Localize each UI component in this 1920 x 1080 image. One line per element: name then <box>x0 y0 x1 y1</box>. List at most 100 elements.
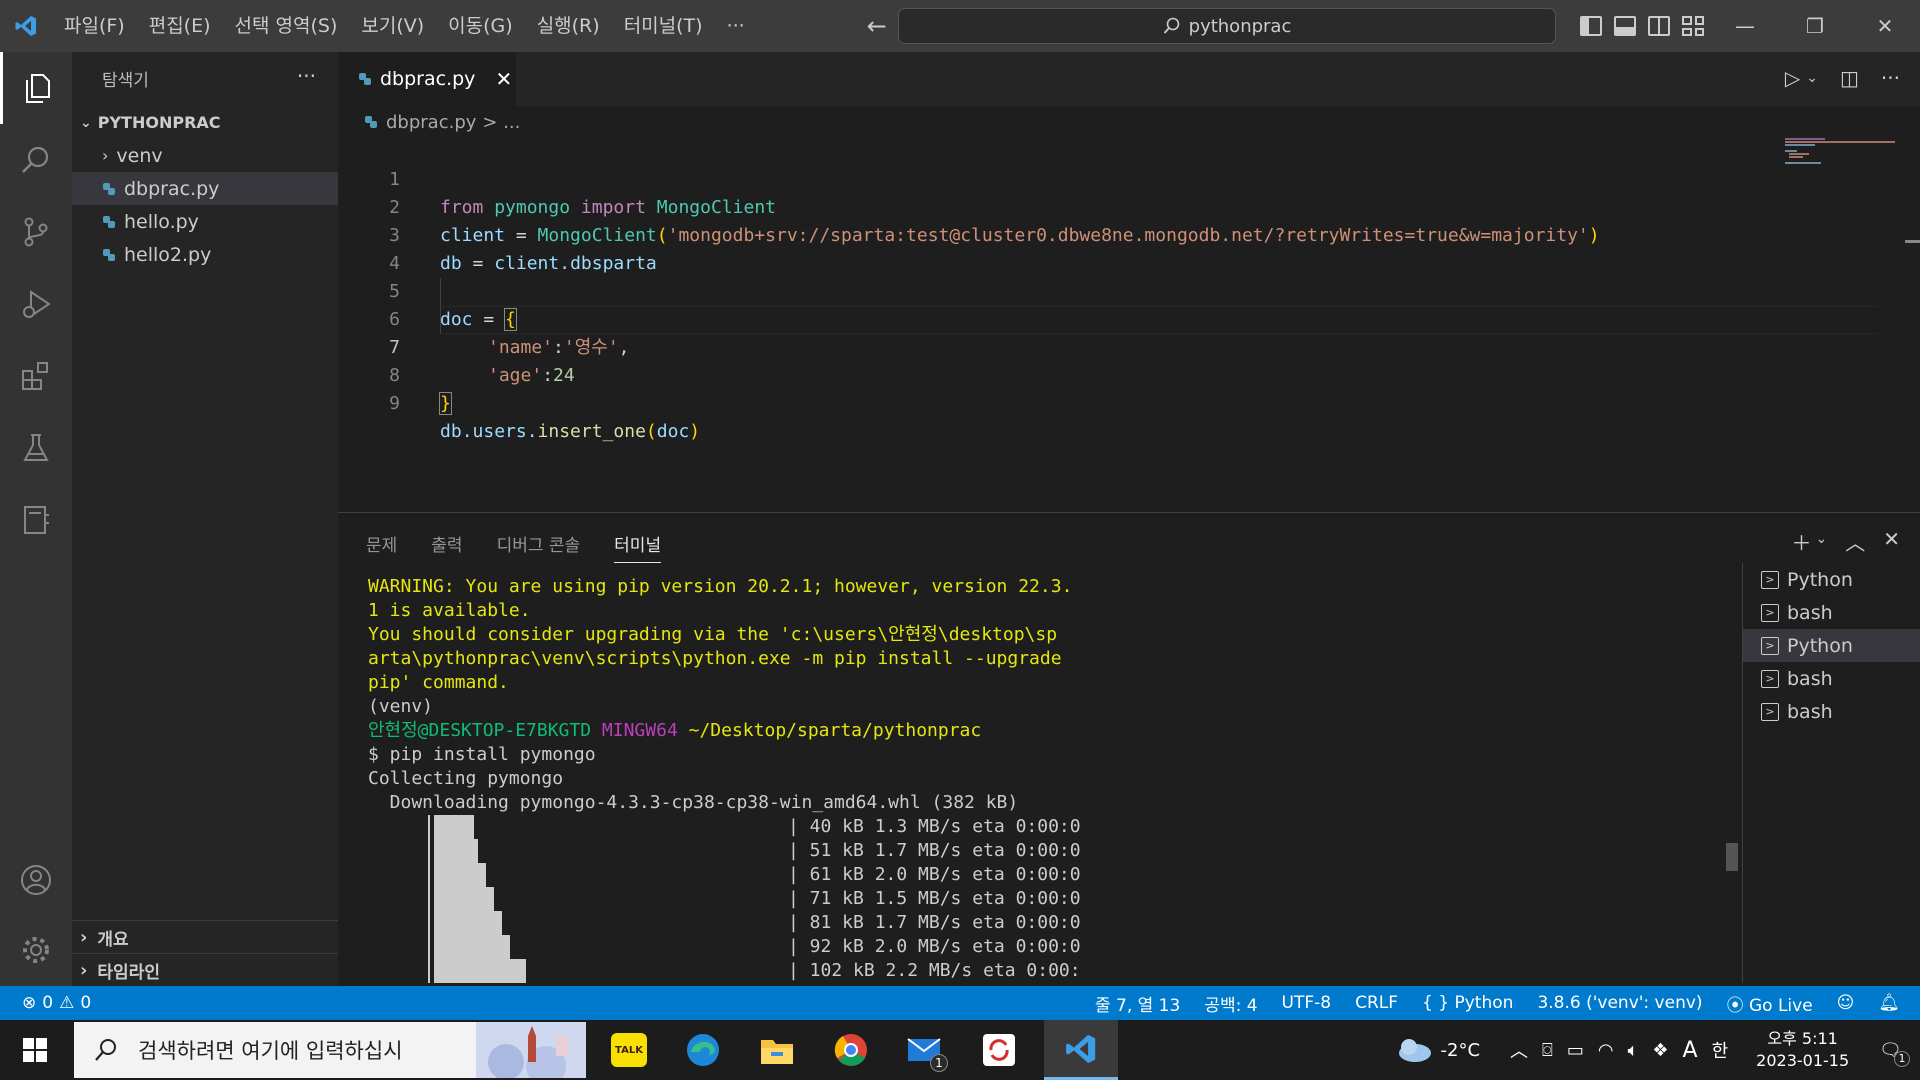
volume-icon[interactable]: 🔈︎ <box>1628 1040 1639 1061</box>
tab-dbprac[interactable]: dbprac.py ✕ <box>338 52 516 106</box>
tree-item-label: hello.py <box>124 210 199 233</box>
editor-scrollbar[interactable] <box>1905 240 1920 243</box>
cursor-position[interactable]: 줄 7, 열 13 <box>1095 991 1180 1016</box>
close-panel-icon[interactable]: ✕ <box>1883 527 1900 556</box>
windows-start-icon[interactable] <box>0 1020 70 1080</box>
tree-item-hello2[interactable]: hello2.py <box>72 238 338 271</box>
menu-file[interactable]: 파일(F) <box>52 0 137 52</box>
problems-status[interactable]: ⊗ 0 ⚠ 0 <box>22 986 91 1020</box>
sync-app-icon[interactable] <box>962 1020 1036 1080</box>
new-terminal-icon[interactable]: ＋ <box>1792 527 1812 556</box>
close-window-button[interactable]: ✕ <box>1850 0 1920 52</box>
close-tab-icon[interactable]: ✕ <box>495 67 512 91</box>
feedback-icon[interactable]: ☺ <box>1837 993 1855 1013</box>
explorer-icon[interactable] <box>0 52 72 124</box>
kakaotalk-app-icon[interactable]: TALK <box>592 1020 666 1080</box>
back-arrow-icon[interactable]: ← <box>867 12 887 40</box>
indentation[interactable]: 공백: 4 <box>1204 991 1257 1016</box>
sidebar-title: 탐색기 <box>102 71 149 91</box>
accounts-icon[interactable] <box>0 844 72 916</box>
section-outline[interactable]: › 개요 <box>72 920 338 953</box>
toggle-secondary-sidebar-icon[interactable] <box>1648 16 1670 36</box>
tree-item-venv[interactable]: › venv <box>72 139 338 172</box>
file-explorer-icon[interactable] <box>740 1020 814 1080</box>
clock[interactable]: 오후 5:11 2023-01-15 <box>1756 1028 1849 1072</box>
tab-debug-console[interactable]: 디버그 콘솔 <box>497 531 581 563</box>
search-view-icon[interactable] <box>0 124 72 196</box>
folder-root[interactable]: ⌄ PYTHONPRAC <box>72 106 338 139</box>
chevron-down-icon[interactable]: ⌄ <box>1806 70 1818 90</box>
language-mode[interactable]: { } Python <box>1422 993 1513 1013</box>
menu-go[interactable]: 이동(G) <box>436 0 525 52</box>
run-python-file-icon[interactable]: ▷ <box>1785 66 1800 90</box>
menu-more[interactable]: ··· <box>715 0 757 52</box>
testing-flask-icon[interactable] <box>0 412 72 484</box>
breadcrumb-rest[interactable]: > ... <box>482 112 520 133</box>
notifications-bell-icon[interactable]: 🔔︎ <box>1878 993 1900 1013</box>
terminal-item-python-1[interactable]: > Python <box>1743 563 1920 596</box>
minimize-button[interactable]: — <box>1710 0 1780 52</box>
editor-tab-bar: dbprac.py ✕ ▷ ⌄ ◫ ··· <box>338 52 1920 106</box>
ime-mode[interactable]: A <box>1683 1038 1698 1063</box>
menu-selection[interactable]: 선택 영역(S) <box>223 0 350 52</box>
chevron-down-icon: ⌄ <box>80 114 92 131</box>
dropbox-icon[interactable]: ❖ <box>1652 1040 1668 1061</box>
source-control-icon[interactable] <box>0 196 72 268</box>
breadcrumb-file[interactable]: dbprac.py <box>386 112 476 133</box>
terminal-item-bash-2[interactable]: > bash <box>1743 662 1920 695</box>
weather-temp[interactable]: -2°C <box>1441 1040 1481 1061</box>
terminal-scrollbar[interactable] <box>1726 843 1738 871</box>
terminal-item-python-2[interactable]: > Python <box>1743 629 1920 662</box>
more-actions-icon[interactable]: ··· <box>1881 66 1900 90</box>
python-interpreter[interactable]: 3.8.6 ('venv': venv) <box>1537 993 1702 1013</box>
jupyter-notebook-icon[interactable] <box>0 484 72 556</box>
go-live-button[interactable]: ⦿ Go Live <box>1727 991 1813 1016</box>
tree-item-hello[interactable]: hello.py <box>72 205 338 238</box>
maximize-panel-icon[interactable]: ︿ <box>1845 527 1865 556</box>
battery-icon[interactable]: ▭ <box>1567 1040 1584 1061</box>
command-center[interactable]: pythonprac <box>898 8 1556 44</box>
terminal-item-bash-3[interactable]: > bash <box>1743 695 1920 728</box>
sidebar-more-button[interactable]: ··· <box>297 64 316 88</box>
vscode-taskbar-icon[interactable] <box>1044 1020 1118 1080</box>
toggle-panel-icon[interactable] <box>1614 16 1636 36</box>
chevron-down-icon[interactable]: ⌄ <box>1816 531 1828 556</box>
meet-now-icon[interactable]: ⌼ <box>1542 1040 1553 1061</box>
tab-terminal[interactable]: 터미널 <box>614 531 662 563</box>
menu-terminal[interactable]: 터미널(T) <box>612 0 715 52</box>
mail-app-icon[interactable]: 1 <box>888 1020 962 1080</box>
terminal-line: You should consider upgrading via the 'c… <box>368 624 1058 645</box>
taskbar-search-input[interactable]: 검색하려면 여기에 입력하십시 <box>74 1022 586 1078</box>
settings-gear-icon[interactable] <box>0 914 72 986</box>
terminal-item-bash-1[interactable]: > bash <box>1743 596 1920 629</box>
line-ending[interactable]: CRLF <box>1355 993 1398 1013</box>
chevron-up-icon[interactable]: ︿ <box>1510 1037 1528 1063</box>
minimap[interactable] <box>1785 138 1905 168</box>
terminal-output[interactable]: WARNING: You are using pip version 20.2.… <box>368 575 1748 985</box>
tab-output[interactable]: 출력 <box>431 531 462 563</box>
tab-problems[interactable]: 문제 <box>366 531 397 563</box>
tree-item-dbprac[interactable]: dbprac.py <box>72 172 338 205</box>
edge-browser-icon[interactable] <box>666 1020 740 1080</box>
restore-button[interactable]: ❐ <box>1780 0 1850 52</box>
run-debug-icon[interactable] <box>0 268 72 340</box>
extensions-icon[interactable] <box>0 340 72 412</box>
menu-edit[interactable]: 편집(E) <box>137 0 223 52</box>
toggle-sidebar-icon[interactable] <box>1580 16 1602 36</box>
customize-layout-icon[interactable] <box>1682 16 1704 36</box>
split-editor-icon[interactable]: ◫ <box>1840 66 1859 90</box>
ime-hangul[interactable]: 한 <box>1712 1037 1729 1063</box>
chrome-browser-icon[interactable] <box>814 1020 888 1080</box>
code-editor[interactable]: 1 from pymongo import MongoClient 2 clie… <box>338 138 1920 512</box>
section-timeline[interactable]: › 타임라인 <box>72 953 338 986</box>
menu-view[interactable]: 보기(V) <box>349 0 436 52</box>
wifi-icon[interactable]: ◠ <box>1598 1040 1614 1061</box>
notification-center-icon[interactable]: 🗨︎ 1 <box>1879 1040 1910 1067</box>
menu-run[interactable]: 실행(R) <box>525 0 612 52</box>
encoding[interactable]: UTF-8 <box>1282 993 1332 1013</box>
search-placeholder: 검색하려면 여기에 입력하십시 <box>138 1039 403 1063</box>
terminal-icon: > <box>1761 570 1779 589</box>
progress-fill <box>434 815 474 839</box>
mail-badge: 1 <box>930 1054 948 1072</box>
weather-cloud-icon[interactable] <box>1393 1037 1433 1063</box>
